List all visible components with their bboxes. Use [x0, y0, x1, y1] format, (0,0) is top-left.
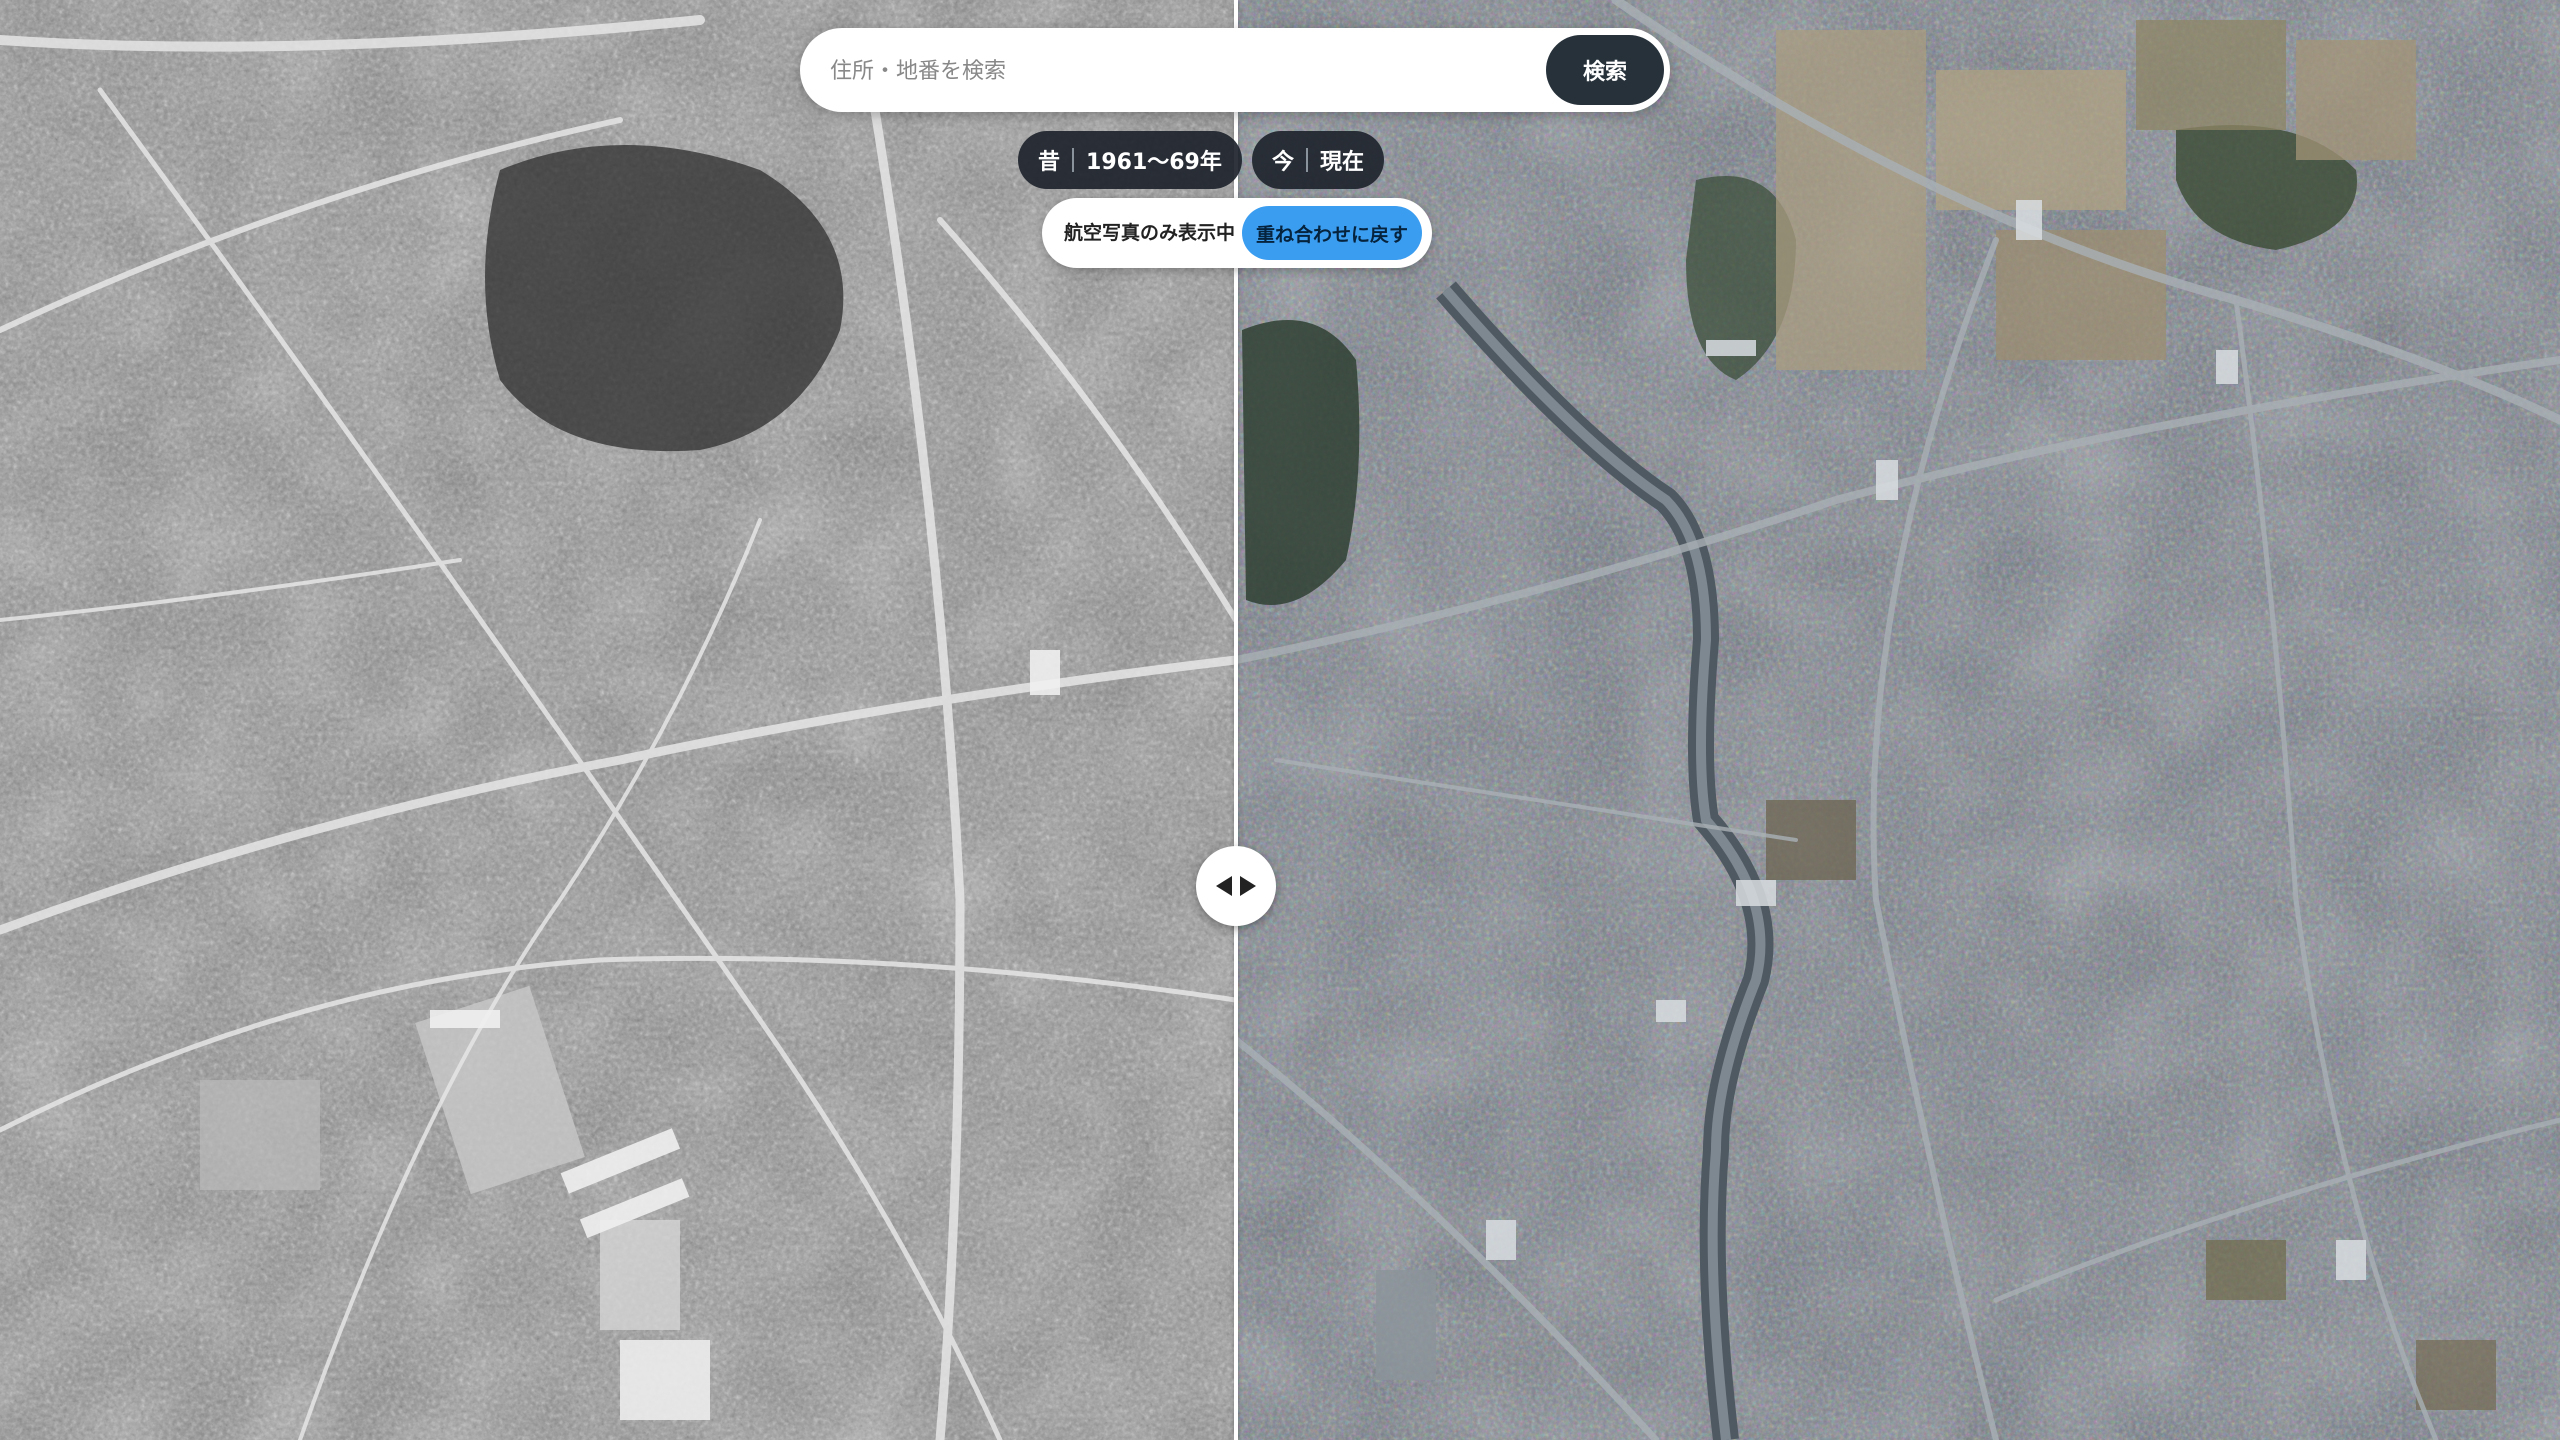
era-separator: [1072, 148, 1075, 172]
search-bar: 検索: [800, 28, 1670, 112]
current-photo-image: [1236, 0, 2560, 1440]
search-button[interactable]: 検索: [1546, 35, 1664, 105]
current-aerial-photo[interactable]: [1236, 0, 2560, 1440]
display-mode-status: 航空写真のみ表示中: [1064, 222, 1236, 244]
left-right-arrows-icon: [1216, 876, 1256, 896]
era-old-tag: 昔: [1038, 150, 1061, 175]
historical-era-label: 昔 1961〜69年: [1018, 131, 1242, 189]
era-new-tag: 今: [1272, 150, 1295, 175]
address-search-input[interactable]: [828, 40, 1532, 102]
era-old-years: 1961〜69年: [1086, 150, 1222, 175]
display-mode-bar: 航空写真のみ表示中 重ね合わせに戻す: [1042, 198, 1432, 268]
compare-slider-handle[interactable]: [1196, 846, 1276, 926]
era-new-years: 現在: [1320, 150, 1365, 175]
current-era-label: 今 現在: [1252, 131, 1385, 189]
restore-overlay-button[interactable]: 重ね合わせに戻す: [1242, 206, 1422, 260]
era-separator: [1306, 148, 1309, 172]
